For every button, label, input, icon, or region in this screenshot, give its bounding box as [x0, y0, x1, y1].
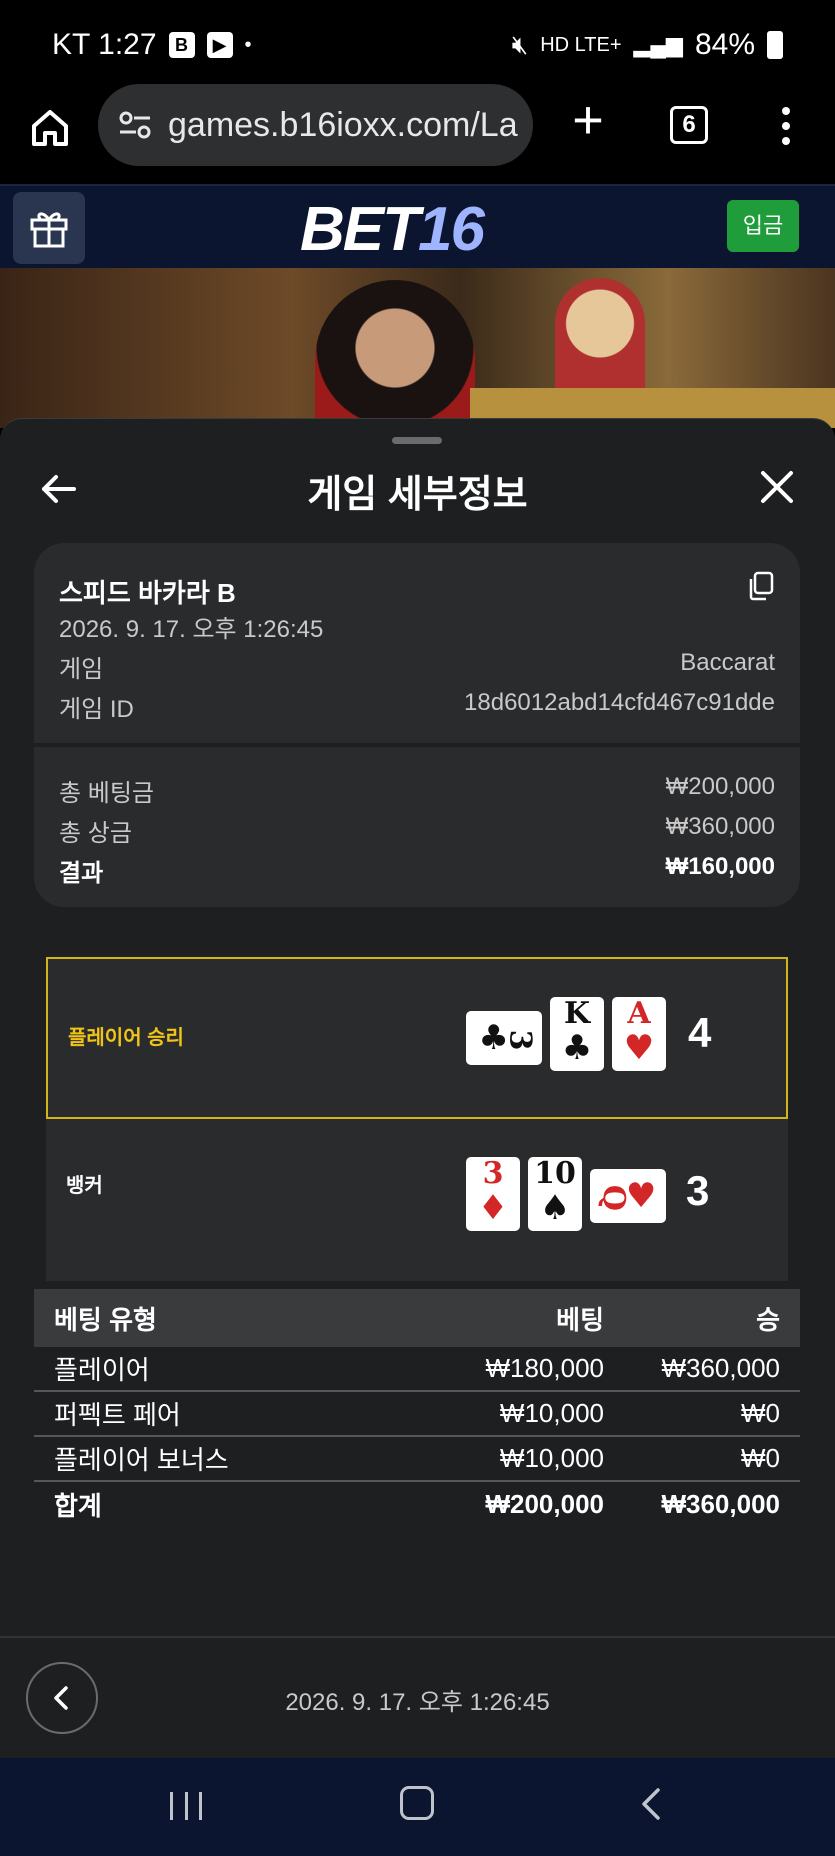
battery-icon — [767, 31, 783, 59]
banker-label: 뱅커 — [66, 1175, 103, 1197]
mute-icon: 🔇︎ — [511, 29, 529, 59]
copy-icon[interactable] — [746, 571, 774, 601]
player-hand: 플레이어 승리 ♣3 K ♣ A ♥ 4 — [46, 957, 788, 1119]
bet-table-header: 베팅 유형 베팅 승 — [34, 1289, 800, 1347]
site-header: BET16 입금 — [0, 184, 835, 268]
game-datetime: 2026. 9. 17. 오후 1:26:45 — [59, 616, 324, 643]
signal-icon: ▂▄▆ — [633, 32, 683, 57]
youtube-icon: ▶ — [206, 32, 233, 58]
network-indicator: HD LTE+ — [540, 33, 622, 56]
home-icon[interactable] — [28, 106, 72, 150]
total-bet-row: 총 베팅금 ₩200,000 — [59, 773, 775, 807]
gift-icon — [30, 212, 68, 248]
game-id-row: 게임 ID 18d6012abd14cfd467c91dde — [59, 689, 775, 723]
player-result-label: 플레이어 승리 — [68, 1027, 184, 1049]
table-row: 플레이어 ₩180,000 ₩360,000 — [34, 1347, 800, 1392]
back-nav-icon[interactable] — [636, 1786, 666, 1822]
playing-card: 3 ♦ — [466, 1157, 520, 1231]
game-name: 스피드 바카라 B — [59, 578, 236, 608]
game-details-sheet: 게임 세부정보 스피드 바카라 B 2026. 9. 17. 오후 1:26:4… — [0, 418, 835, 1758]
playing-card: ♣3 — [466, 1011, 542, 1065]
result-row: 결과 ₩160,000 — [59, 853, 775, 887]
browser-toolbar: games.b16ioxx.com/La + 6 — [0, 84, 835, 184]
playing-card: K ♣ — [550, 997, 604, 1071]
system-nav-bar — [0, 1758, 835, 1856]
sheet-title: 게임 세부정보 — [307, 474, 528, 516]
game-row: 게임 Baccarat — [59, 649, 775, 683]
playing-card: 10 ♠ — [528, 1157, 582, 1231]
site-logo[interactable]: BET16 — [300, 194, 485, 265]
table-total-row: 합계 ₩200,000 ₩360,000 — [54, 1489, 780, 1521]
playing-card: A ♥ — [612, 997, 666, 1071]
table-row: 플레이어 보너스 ₩10,000 ₩0 — [34, 1437, 800, 1482]
battery-level: 84% — [694, 28, 755, 61]
banker-hand: 뱅커 3 ♦ 10 ♠ Q♥ 3 — [46, 1119, 788, 1281]
divider — [34, 743, 800, 747]
table-row: 퍼펙트 페어 ₩10,000 ₩0 — [34, 1392, 800, 1437]
close-icon[interactable] — [759, 469, 795, 505]
app-notification-icon: B — [168, 32, 195, 58]
address-bar[interactable]: games.b16ioxx.com/La — [98, 84, 533, 166]
sheet-drag-handle[interactable] — [392, 437, 442, 444]
banker-score: 3 — [686, 1167, 710, 1214]
tab-switcher-button[interactable]: 6 — [670, 106, 708, 144]
site-settings-icon[interactable] — [118, 110, 152, 140]
total-win-row: 총 상금 ₩360,000 — [59, 813, 775, 847]
carrier-time: KT 1:27 — [52, 28, 157, 61]
footer-datetime: 2026. 9. 17. 오후 1:26:45 — [285, 1689, 550, 1716]
deposit-button[interactable]: 입금 — [727, 200, 799, 252]
home-nav-icon[interactable] — [400, 1786, 434, 1820]
url-text: games.b16ioxx.com/La — [168, 105, 518, 144]
live-video-preview — [0, 268, 835, 428]
recent-apps-icon[interactable] — [170, 1792, 202, 1820]
dealer-image — [315, 280, 475, 428]
status-bar: KT 1:27 B ▶ • 🔇︎ HD LTE+ ▂▄▆ 84% — [0, 0, 835, 92]
player-score: 4 — [688, 1009, 712, 1056]
bet-table: 베팅 유형 베팅 승 플레이어 ₩180,000 ₩360,000 퍼펙트 페어… — [34, 1289, 800, 1527]
sheet-footer: 2026. 9. 17. 오후 1:26:45 — [0, 1636, 835, 1758]
promotions-button[interactable] — [13, 192, 85, 264]
notification-dot-icon: • — [244, 33, 252, 56]
game-info-card: 스피드 바카라 B 2026. 9. 17. 오후 1:26:45 게임 Bac… — [34, 543, 800, 907]
more-menu-icon[interactable] — [776, 104, 796, 148]
playing-card: Q♥ — [590, 1169, 666, 1223]
new-tab-icon[interactable]: + — [568, 93, 608, 147]
